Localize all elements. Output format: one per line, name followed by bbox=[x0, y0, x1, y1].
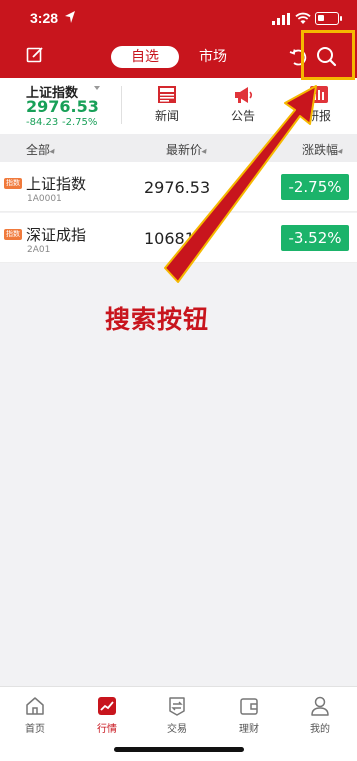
news-button[interactable]: 新闻 bbox=[137, 78, 197, 134]
index-badge: 指数 bbox=[4, 229, 22, 240]
index-change-pct: -2.75% bbox=[62, 117, 98, 128]
stock-name: 深证成指 bbox=[26, 226, 87, 244]
news-label: 新闻 bbox=[154, 109, 179, 123]
table-row[interactable]: 指数 上证指数 1A0001 2976.53 -2.75% bbox=[0, 162, 357, 212]
battery-icon bbox=[315, 12, 342, 25]
tab-mine[interactable]: 我的 bbox=[296, 695, 344, 735]
index-summary-bar: 上证指数 2976.53 -84.23 -2.75% 新闻 公告 研报 bbox=[0, 78, 357, 134]
announcement-label: 公告 bbox=[230, 109, 255, 123]
table-header: 全部 最新价 涨跌幅 bbox=[0, 134, 357, 162]
index-value: 2976.53 bbox=[26, 97, 99, 116]
tab-trade-label: 交易 bbox=[167, 724, 187, 735]
wifi-icon bbox=[295, 12, 311, 24]
sort-icon bbox=[49, 148, 57, 156]
index-change: -84.23 bbox=[26, 117, 59, 128]
header-change-pct[interactable]: 涨跌幅 bbox=[302, 141, 338, 158]
tab-wealth-label: 理财 bbox=[239, 724, 259, 735]
tab-home-label: 首页 bbox=[25, 724, 45, 735]
stock-code: 2A01 bbox=[27, 245, 51, 255]
tab-home[interactable]: 首页 bbox=[11, 695, 59, 735]
header-all[interactable]: 全部 bbox=[26, 141, 50, 158]
tab-mine-label: 我的 bbox=[310, 724, 330, 735]
stock-price: 10681.9 bbox=[144, 229, 211, 248]
stock-price: 2976.53 bbox=[144, 178, 211, 197]
status-time: 3:28 bbox=[30, 10, 59, 26]
header-latest-price[interactable]: 最新价 bbox=[166, 141, 202, 158]
sort-icon bbox=[201, 148, 209, 156]
research-report-button[interactable]: 研报 bbox=[289, 78, 349, 134]
table-row[interactable]: 指数 深证成指 2A01 10681.9 -3.52% bbox=[0, 213, 357, 263]
stock-change-pct[interactable]: -3.52% bbox=[281, 225, 349, 251]
chart-icon bbox=[98, 697, 116, 715]
stock-change-pct[interactable]: -2.75% bbox=[281, 174, 349, 200]
home-indicator[interactable] bbox=[114, 747, 244, 752]
announcement-button[interactable]: 公告 bbox=[213, 78, 273, 134]
caret-down-icon[interactable] bbox=[94, 86, 100, 90]
tab-trade[interactable]: 交易 bbox=[153, 695, 201, 735]
home-icon bbox=[26, 697, 44, 715]
wallet-icon bbox=[240, 698, 258, 715]
edit-icon[interactable] bbox=[26, 46, 44, 64]
search-button-highlight bbox=[301, 30, 355, 80]
location-arrow-icon bbox=[65, 11, 75, 23]
exchange-icon bbox=[169, 697, 185, 716]
news-icon bbox=[158, 86, 176, 103]
user-icon bbox=[311, 696, 329, 716]
tab-quotes-label: 行情 bbox=[97, 724, 117, 735]
stock-name: 上证指数 bbox=[26, 175, 87, 193]
research-report-icon bbox=[310, 86, 328, 103]
cellular-signal-icon bbox=[272, 13, 290, 25]
tab-watchlist[interactable]: 自选 bbox=[111, 46, 179, 68]
watchlist-market-switch: 自选 市场 bbox=[111, 46, 237, 68]
tab-market[interactable]: 市场 bbox=[189, 46, 237, 68]
stock-code: 1A0001 bbox=[27, 194, 62, 204]
research-report-label: 研报 bbox=[306, 109, 331, 123]
tab-quotes[interactable]: 行情 bbox=[83, 695, 131, 735]
tab-wealth[interactable]: 理财 bbox=[225, 695, 273, 735]
index-badge: 指数 bbox=[4, 178, 22, 189]
sort-icon bbox=[337, 148, 345, 156]
annotation-label: 搜索按钮 bbox=[105, 305, 210, 334]
divider bbox=[121, 86, 122, 124]
megaphone-icon bbox=[235, 87, 253, 103]
